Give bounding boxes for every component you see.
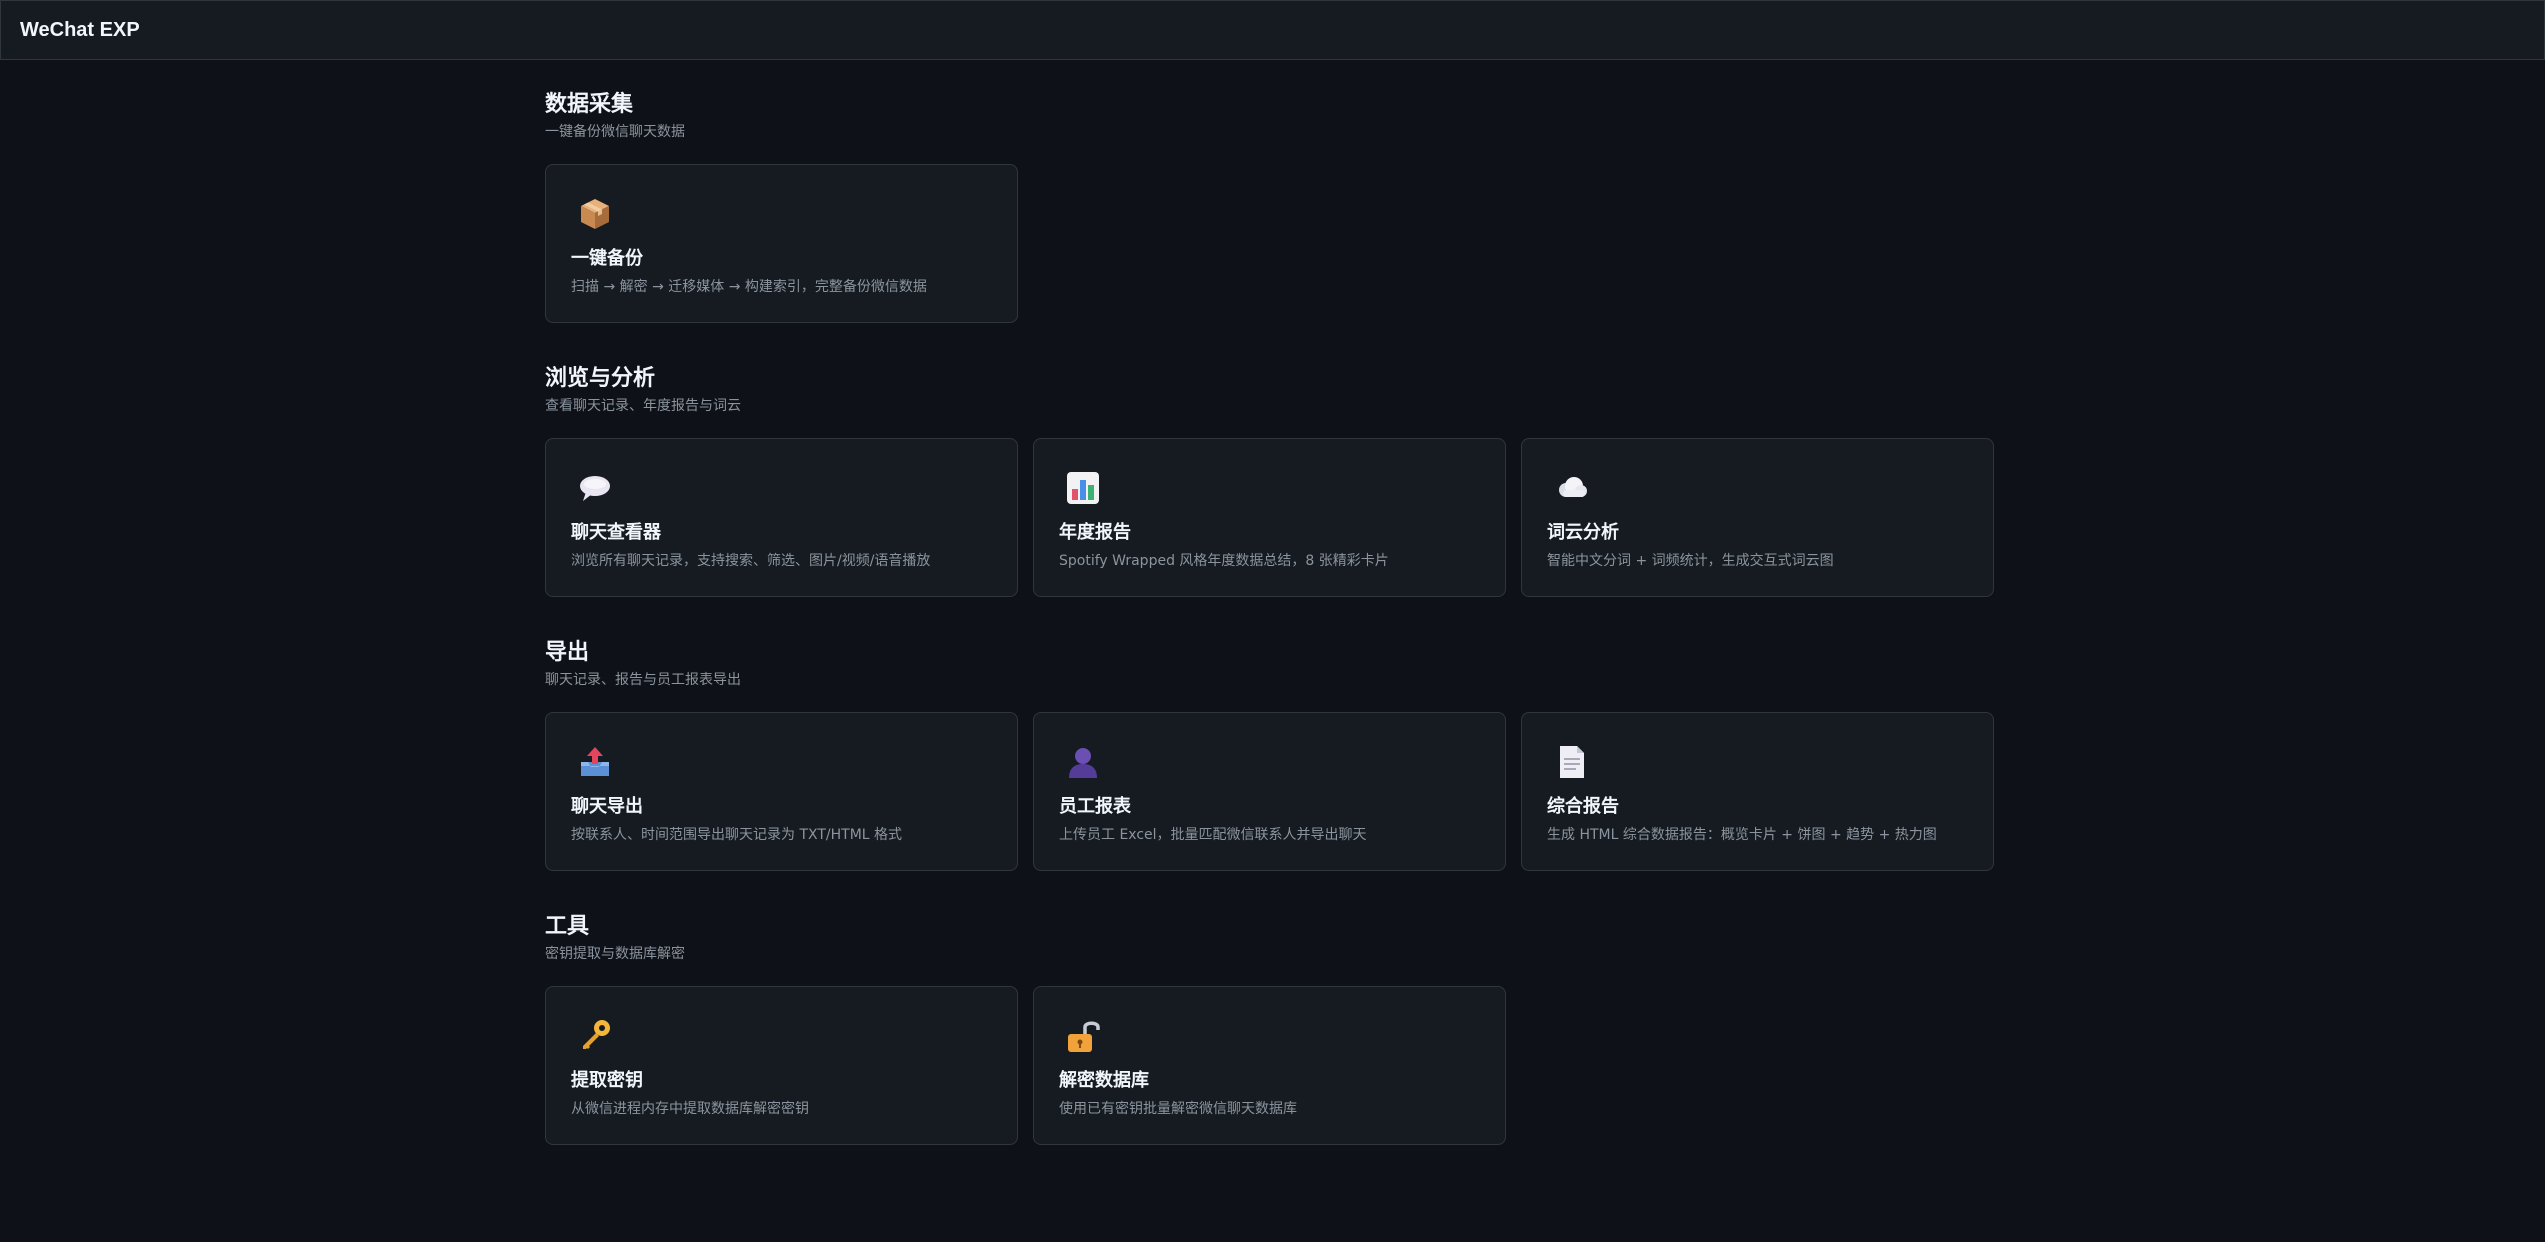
card-one-click-backup[interactable]: 一键备份 扫描 → 解密 → 迁移媒体 → 构建索引，完整备份微信数据 — [545, 164, 1018, 323]
card-decrypt-database[interactable]: 解密数据库 使用已有密钥批量解密微信聊天数据库 — [1033, 986, 1506, 1145]
card-title: 综合报告 — [1547, 796, 1619, 817]
card-title: 聊天查看器 — [571, 522, 661, 543]
card-title: 解密数据库 — [1059, 1070, 1149, 1091]
section-subtitle: 聊天记录、报告与员工报表导出 — [545, 672, 741, 688]
section-title: 浏览与分析 — [545, 366, 656, 391]
person-silhouette-icon — [1064, 743, 1102, 781]
cloud-icon — [1552, 469, 1590, 507]
card-description: 上传员工 Excel，批量匹配微信联系人并导出聊天 — [1059, 827, 1367, 843]
card-title: 年度报告 — [1059, 522, 1131, 543]
section-title: 数据采集 — [545, 92, 634, 117]
card-chat-viewer[interactable]: 聊天查看器 浏览所有聊天记录，支持搜索、筛选、图片/视频/语音播放 — [545, 438, 1018, 597]
card-annual-report[interactable]: 年度报告 Spotify Wrapped 风格年度数据总结，8 张精彩卡片 — [1033, 438, 1506, 597]
card-description: 按联系人、时间范围导出聊天记录为 TXT/HTML 格式 — [571, 827, 903, 843]
card-extract-key[interactable]: 提取密钥 从微信进程内存中提取数据库解密密钥 — [545, 986, 1018, 1145]
speech-bubble-icon — [576, 469, 614, 507]
section-subtitle: 密钥提取与数据库解密 — [545, 946, 685, 962]
card-title: 提取密钥 — [571, 1070, 643, 1091]
card-description: 从微信进程内存中提取数据库解密密钥 — [571, 1101, 809, 1117]
card-chat-export[interactable]: 聊天导出 按联系人、时间范围导出聊天记录为 TXT/HTML 格式 — [545, 712, 1018, 871]
card-description: 扫描 → 解密 → 迁移媒体 → 构建索引，完整备份微信数据 — [571, 279, 927, 295]
outbox-tray-icon — [576, 743, 614, 781]
card-title: 词云分析 — [1547, 522, 1619, 543]
document-icon — [1552, 743, 1590, 781]
card-description: 智能中文分词 + 词频统计，生成交互式词云图 — [1547, 553, 1834, 569]
section-subtitle: 一键备份微信聊天数据 — [545, 124, 685, 140]
card-word-cloud[interactable]: 词云分析 智能中文分词 + 词频统计，生成交互式词云图 — [1521, 438, 1994, 597]
card-description: 浏览所有聊天记录，支持搜索、筛选、图片/视频/语音播放 — [571, 553, 931, 569]
section-subtitle: 查看聊天记录、年度报告与词云 — [545, 398, 741, 414]
card-description: 使用已有密钥批量解密微信聊天数据库 — [1059, 1101, 1297, 1117]
card-title: 员工报表 — [1059, 796, 1131, 817]
section-title: 工具 — [545, 914, 590, 939]
card-title: 一键备份 — [571, 248, 643, 269]
unlocked-padlock-icon — [1064, 1017, 1102, 1055]
card-comprehensive-report[interactable]: 综合报告 生成 HTML 综合数据报告：概览卡片 + 饼图 + 趋势 + 热力图 — [1521, 712, 1994, 871]
card-employee-report[interactable]: 员工报表 上传员工 Excel，批量匹配微信联系人并导出聊天 — [1033, 712, 1506, 871]
package-icon — [576, 195, 614, 233]
card-description: 生成 HTML 综合数据报告：概览卡片 + 饼图 + 趋势 + 热力图 — [1547, 827, 1937, 843]
card-title: 聊天导出 — [571, 796, 643, 817]
top-bar: WeChat EXP — [0, 0, 2545, 60]
card-description: Spotify Wrapped 风格年度数据总结，8 张精彩卡片 — [1059, 553, 1389, 569]
key-icon — [576, 1017, 614, 1055]
app-title[interactable]: WeChat EXP — [20, 19, 140, 42]
bar-chart-icon — [1064, 469, 1102, 507]
section-title: 导出 — [545, 640, 590, 665]
